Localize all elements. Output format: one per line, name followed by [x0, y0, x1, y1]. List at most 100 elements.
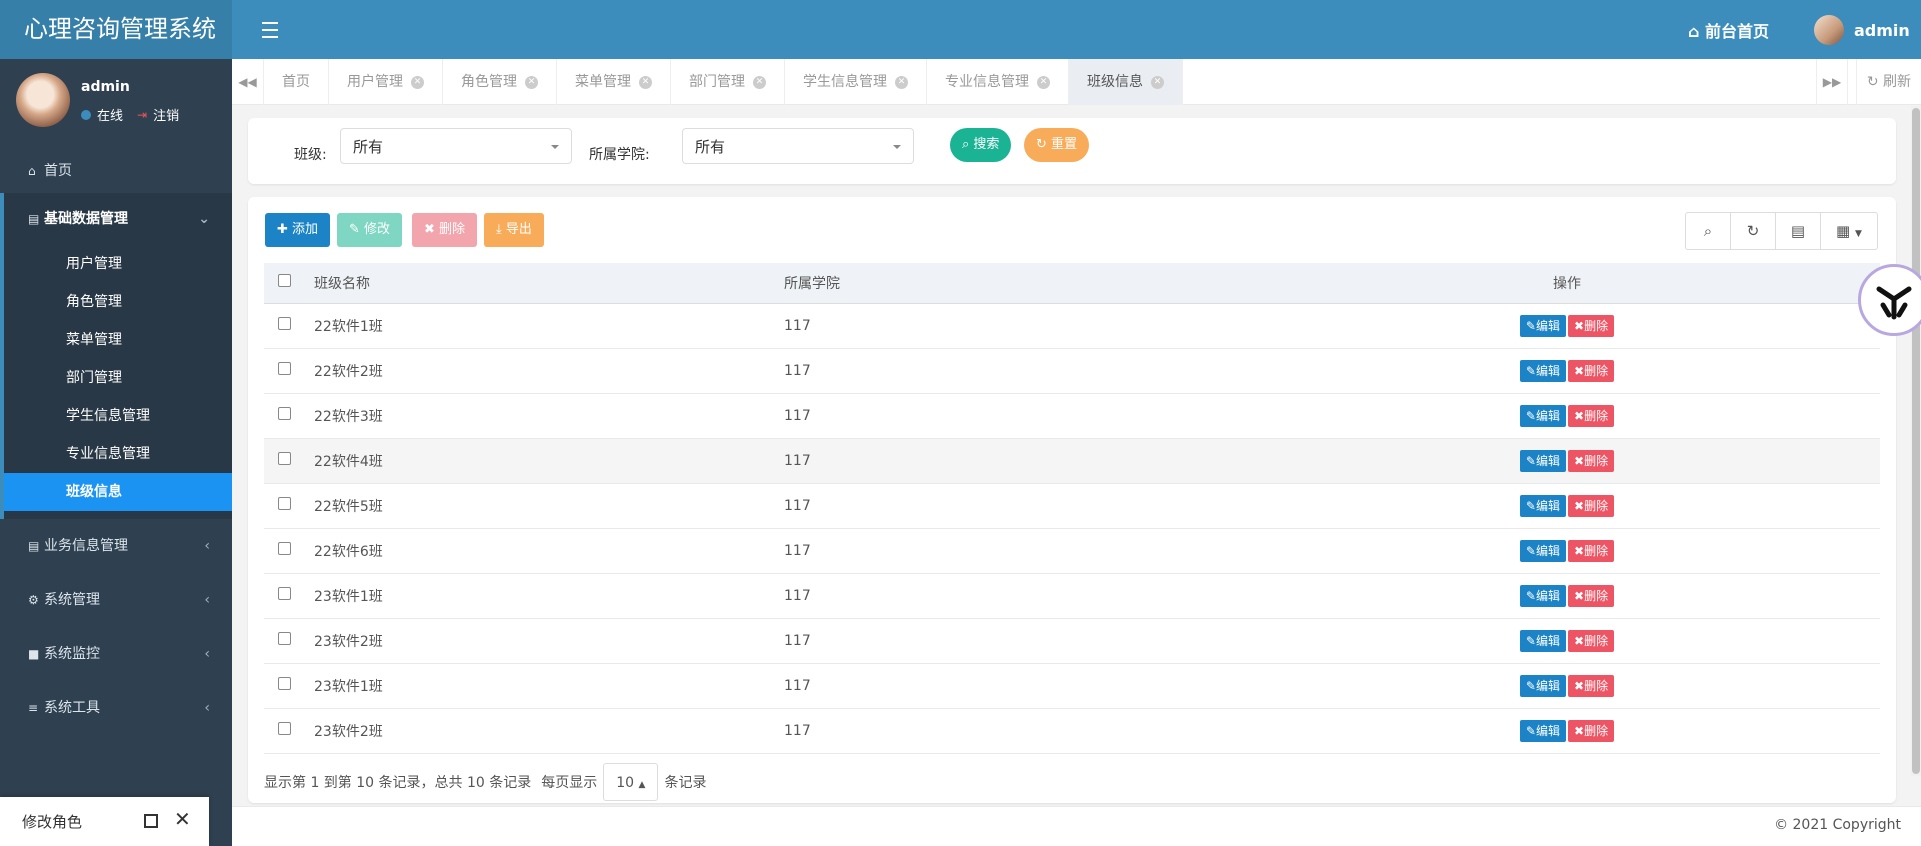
edit-button[interactable]: ✎ 修改 [337, 213, 403, 247]
table-refresh-button[interactable]: ↻ [1731, 213, 1776, 249]
close-icon[interactable]: ✕ [753, 75, 766, 89]
row-delete-button[interactable]: ✖删除 [1568, 539, 1615, 562]
sidebar-item-tools[interactable]: ≡ 系统工具 ‹ [0, 681, 232, 735]
page-size-select[interactable]: 10 ▲ [603, 763, 659, 801]
class-filter-select[interactable]: 所有 [340, 128, 572, 164]
table-row[interactable]: 22软件3班 117 ✎编辑 ✖删除 [264, 393, 1880, 439]
search-button[interactable]: ⌕ 搜索 [950, 128, 1012, 162]
sidebar-item-classes[interactable]: 班级信息 [4, 473, 232, 511]
sidebar-item-basic-data[interactable]: ▤ 基础数据管理 ⌄ [4, 193, 232, 245]
tab-scroll-right-icon[interactable]: ▶▶ [1816, 59, 1848, 105]
restore-icon[interactable] [144, 814, 158, 828]
user-menu[interactable]: admin [1814, 15, 1910, 45]
close-icon[interactable]: ✕ [525, 75, 538, 89]
row-checkbox[interactable] [278, 722, 291, 735]
row-edit-button[interactable]: ✎编辑 [1519, 584, 1566, 607]
page-scrollbar[interactable] [1911, 106, 1921, 776]
delete-button[interactable]: ✖ 删除 [412, 213, 478, 247]
tab-roles[interactable]: 角色管理 ✕ [443, 59, 557, 105]
tab-classes[interactable]: 班级信息 ✕ [1069, 59, 1183, 105]
sidebar-item-users[interactable]: 用户管理 [4, 245, 232, 283]
sidebar-item-home[interactable]: ⌂ 首页 [0, 149, 232, 193]
row-checkbox[interactable] [278, 452, 291, 465]
logout-link[interactable]: 注销 [153, 105, 179, 124]
add-button[interactable]: ✚ 添加 [265, 213, 331, 247]
close-icon[interactable]: ✕ [895, 75, 908, 89]
close-icon[interactable]: ✕ [1037, 75, 1050, 89]
tab-menus[interactable]: 菜单管理 ✕ [557, 59, 671, 105]
table-row[interactable]: 22软件1班 117 ✎编辑 ✖删除 [264, 303, 1880, 349]
select-all-checkbox[interactable] [278, 274, 291, 288]
table-row[interactable]: 23软件2班 117 ✎编辑 ✖删除 [264, 708, 1880, 754]
table-row[interactable]: 22软件6班 117 ✎编辑 ✖删除 [264, 528, 1880, 574]
tab-home[interactable]: 首页 [264, 59, 329, 105]
table-toggle-view-button[interactable]: ▤ [1776, 213, 1821, 249]
tab-majors[interactable]: 专业信息管理 ✕ [927, 59, 1069, 105]
row-edit-button[interactable]: ✎编辑 [1519, 629, 1566, 652]
sidebar-item-students[interactable]: 学生信息管理 [4, 397, 232, 435]
row-edit-button[interactable]: ✎编辑 [1519, 539, 1566, 562]
row-edit-button[interactable]: ✎编辑 [1519, 719, 1566, 742]
table-columns-button[interactable]: ▦ ▼ [1821, 213, 1877, 249]
row-edit-button[interactable]: ✎编辑 [1519, 674, 1566, 697]
close-icon[interactable]: ✕ [411, 75, 424, 89]
row-delete-button[interactable]: ✖删除 [1568, 404, 1615, 427]
table-row[interactable]: 23软件1班 117 ✎编辑 ✖删除 [264, 573, 1880, 619]
refresh-button[interactable]: ↻ 刷新 [1855, 59, 1911, 105]
row-edit-button[interactable]: ✎编辑 [1519, 314, 1566, 337]
row-edit-button[interactable]: ✎编辑 [1519, 449, 1566, 472]
row-delete-button[interactable]: ✖删除 [1568, 719, 1615, 742]
row-delete-button[interactable]: ✖删除 [1568, 314, 1615, 337]
column-header-class-name[interactable]: 班级名称 [314, 263, 784, 304]
row-checkbox[interactable] [278, 317, 291, 330]
close-icon[interactable]: ✕ [174, 807, 191, 831]
reset-button[interactable]: ↻ 重置 [1024, 128, 1090, 162]
sidebar-item-system[interactable]: ⚙ 系统管理 ‹ [0, 573, 232, 627]
row-checkbox[interactable] [278, 362, 291, 375]
row-checkbox[interactable] [278, 632, 291, 645]
sidebar-item-roles[interactable]: 角色管理 [4, 283, 232, 321]
sidebar-item-monitor[interactable]: ■ 系统监控 ‹ [0, 627, 232, 681]
scrollbar-thumb[interactable] [1912, 108, 1920, 774]
table-row[interactable]: 22软件5班 117 ✎编辑 ✖删除 [264, 483, 1880, 529]
export-button[interactable]: ⤓ 导出 [484, 213, 544, 247]
table-row[interactable]: 23软件1班 117 ✎编辑 ✖删除 [264, 663, 1880, 709]
minimized-dialog[interactable]: 修改角色 ✕ [0, 797, 209, 846]
row-edit-button[interactable]: ✎编辑 [1519, 404, 1566, 427]
row-checkbox[interactable] [278, 407, 291, 420]
sidebar-item-departments[interactable]: 部门管理 [4, 359, 232, 397]
video-icon: ■ [28, 647, 40, 661]
table-search-button[interactable]: ⌕ [1686, 213, 1731, 249]
row-delete-button[interactable]: ✖删除 [1568, 629, 1615, 652]
row-checkbox[interactable] [278, 587, 291, 600]
tab-users[interactable]: 用户管理 ✕ [329, 59, 443, 105]
column-header-college[interactable]: 所属学院 [784, 263, 1254, 304]
table-row[interactable]: 22软件2班 117 ✎编辑 ✖删除 [264, 348, 1880, 394]
college-filter-select[interactable]: 所有 [682, 128, 914, 164]
sidebar-item-menus[interactable]: 菜单管理 [4, 321, 232, 359]
floating-assistant-icon[interactable] [1858, 264, 1921, 336]
row-delete-button[interactable]: ✖删除 [1568, 494, 1615, 517]
row-delete-button[interactable]: ✖删除 [1568, 674, 1615, 697]
row-delete-button[interactable]: ✖删除 [1568, 584, 1615, 607]
table-row[interactable]: 23软件2班 117 ✎编辑 ✖删除 [264, 618, 1880, 664]
row-delete-button[interactable]: ✖删除 [1568, 449, 1615, 472]
menu-toggle-icon[interactable] [262, 17, 278, 41]
row-checkbox[interactable] [278, 497, 291, 510]
sidebar-item-business[interactable]: ▤ 业务信息管理 ‹ [0, 519, 232, 573]
close-icon[interactable]: ✕ [639, 75, 652, 89]
table-row[interactable]: 22软件4班 117 ✎编辑 ✖删除 [264, 438, 1880, 484]
online-dot-icon [81, 109, 91, 120]
row-edit-button[interactable]: ✎编辑 [1519, 494, 1566, 517]
close-icon[interactable]: ✕ [1151, 75, 1164, 89]
tab-departments[interactable]: 部门管理 ✕ [671, 59, 785, 105]
row-delete-button[interactable]: ✖删除 [1568, 359, 1615, 382]
frontend-home-link[interactable]: ⌂ 前台首页 [1688, 18, 1769, 42]
tab-students[interactable]: 学生信息管理 ✕ [785, 59, 927, 105]
row-checkbox[interactable] [278, 677, 291, 690]
sidebar-item-majors[interactable]: 专业信息管理 [4, 435, 232, 473]
row-edit-button[interactable]: ✎编辑 [1519, 359, 1566, 382]
row-checkbox[interactable] [278, 542, 291, 555]
avatar [16, 73, 70, 127]
tab-scroll-left-icon[interactable]: ◀◀ [232, 59, 264, 105]
